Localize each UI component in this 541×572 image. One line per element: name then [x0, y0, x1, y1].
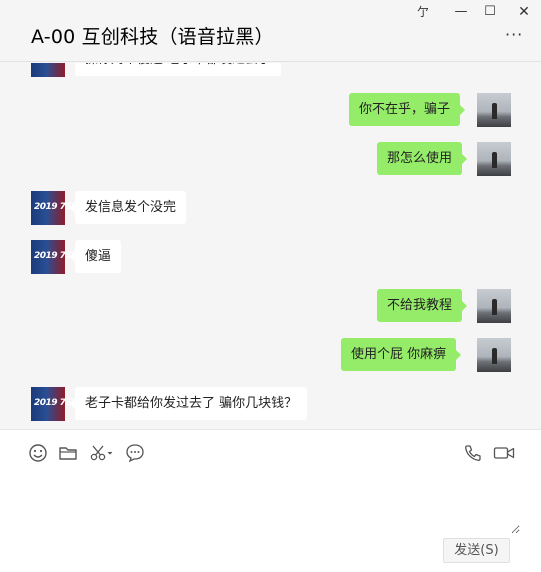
- video-icon[interactable]: [493, 443, 515, 463]
- self-avatar[interactable]: [477, 289, 511, 323]
- self-avatar[interactable]: [477, 142, 511, 176]
- contact-avatar[interactable]: 2019 7SD: [31, 240, 79, 274]
- title-bar: A-00 互创科技（语音拉黑） 亇 — ☐ ✕ ···: [0, 0, 541, 62]
- message-bubble-outgoing[interactable]: 你不在乎，骗子: [349, 93, 466, 126]
- close-icon[interactable]: ✕: [514, 3, 534, 21]
- more-options-icon[interactable]: ···: [505, 27, 527, 44]
- avatar-figure: [492, 348, 497, 364]
- chat-bubble-icon[interactable]: [125, 443, 145, 463]
- pin-icon[interactable]: 亇: [413, 3, 433, 21]
- message-bubble-outgoing[interactable]: 不给我教程: [377, 289, 468, 322]
- contact-avatar[interactable]: 2019 7SD: [31, 63, 79, 77]
- avatar-figure: [492, 103, 497, 119]
- phone-icon[interactable]: [463, 443, 483, 463]
- message-input[interactable]: [20, 474, 520, 534]
- message-bubble-incoming[interactable]: 老子卡都给你发过去了 骗你几块钱？: [69, 387, 308, 420]
- folder-icon[interactable]: [58, 443, 78, 463]
- self-avatar[interactable]: [477, 338, 511, 372]
- send-button[interactable]: 发送(S): [443, 538, 510, 563]
- contact-avatar[interactable]: 2019 7SD: [31, 387, 79, 421]
- contact-avatar[interactable]: 2019 7SD: [31, 191, 79, 225]
- avatar-figure: [492, 152, 497, 168]
- composer-panel: 发送(S): [0, 429, 541, 572]
- minimize-icon[interactable]: —: [451, 3, 471, 21]
- message-bubble-incoming[interactable]: 傻逼: [69, 240, 122, 273]
- message-bubble-incoming[interactable]: 发信息发个没完: [69, 191, 187, 224]
- scissors-icon[interactable]: [89, 443, 115, 463]
- message-list[interactable]: 2019 7SD 操你妈个傻逼 老子卡都发过去了 你不在乎，骗子 那怎么使用 2…: [0, 63, 541, 429]
- message-bubble-outgoing[interactable]: 那怎么使用: [377, 142, 468, 175]
- avatar-figure: [492, 299, 497, 315]
- chat-title: A-00 互创科技（语音拉黑）: [31, 26, 274, 48]
- message-bubble-outgoing[interactable]: 使用个屁 你麻痹: [341, 338, 462, 371]
- maximize-icon[interactable]: ☐: [480, 3, 500, 21]
- self-avatar[interactable]: [477, 93, 511, 127]
- emoji-icon[interactable]: [28, 443, 48, 463]
- message-bubble-incoming[interactable]: 操你妈个傻逼 老子卡都发过去了: [69, 63, 282, 76]
